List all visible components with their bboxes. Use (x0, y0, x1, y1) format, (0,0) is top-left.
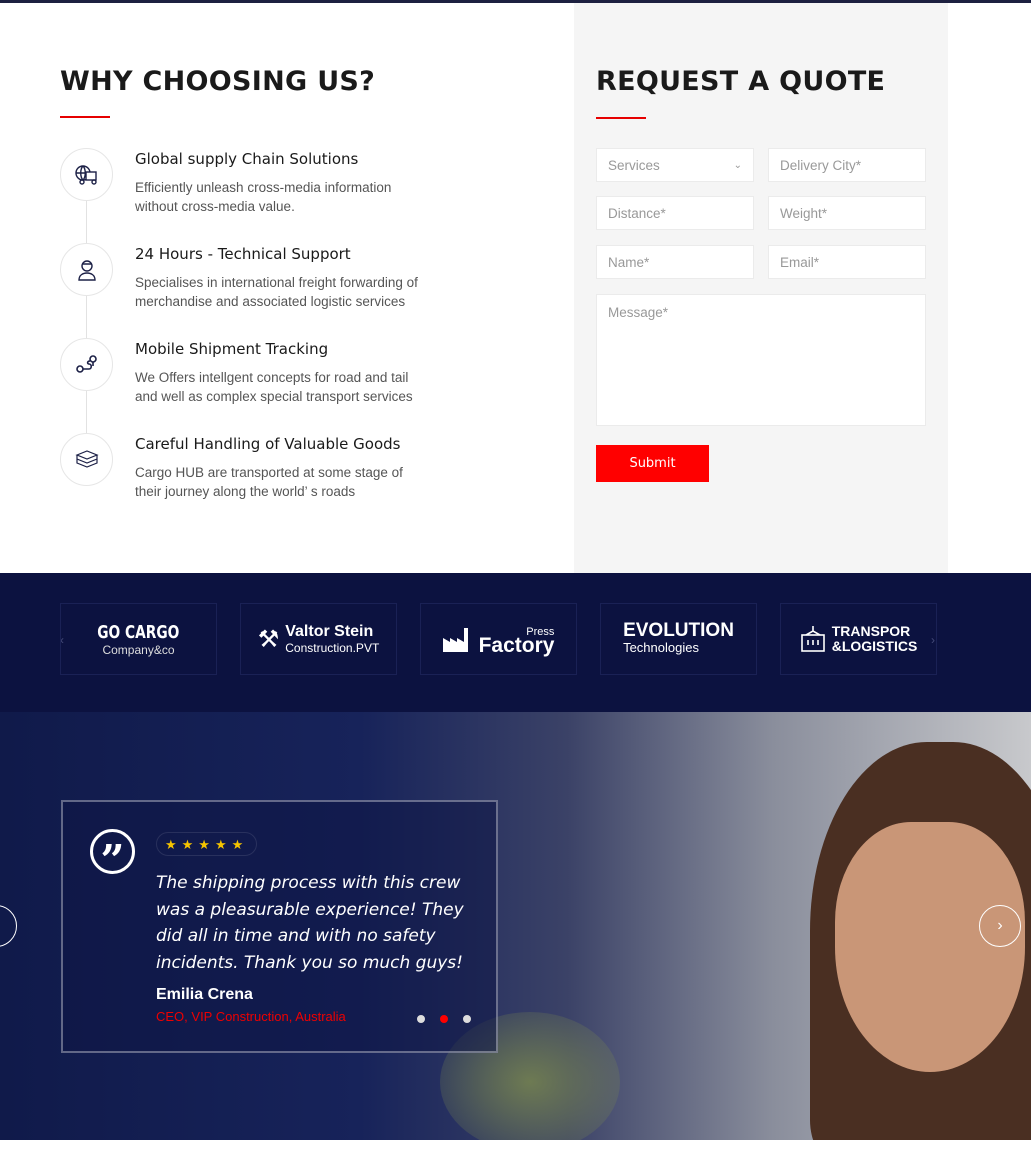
services-value: Services (608, 157, 660, 173)
why-title: WHY CHOOSING US? (60, 66, 376, 97)
feature-title: Careful Handling of Valuable Goods (135, 435, 401, 453)
logo-valtor-stein[interactable]: ⚒ Valtor Stein Construction.PVT (240, 603, 397, 675)
services-select[interactable]: Services ⌄ (596, 148, 754, 182)
feature-title: 24 Hours - Technical Support (135, 245, 351, 263)
testimonial-section: ” ★★★★★ The shipping process with this c… (0, 712, 1031, 1140)
chevron-right-icon[interactable]: › (931, 633, 935, 647)
globe-truck-icon (60, 148, 113, 201)
testimonial-card: ” ★★★★★ The shipping process with this c… (61, 800, 498, 1053)
logo-line2: Technologies (623, 640, 699, 655)
feature-desc: Cargo HUB are transported at some stage … (135, 465, 403, 499)
carousel-dots (417, 1015, 471, 1023)
logo-line1: TRANSPOR (831, 623, 911, 639)
logo-line2: Company&co (102, 642, 175, 657)
carousel-dot-active[interactable] (440, 1015, 448, 1023)
logo-line1: EVOLUTION (623, 620, 734, 641)
feature-title: Global supply Chain Solutions (135, 150, 359, 168)
distance-input[interactable]: Distance* (596, 196, 754, 230)
partner-logos: ‹ GO CARGO Company&co ⚒ Valtor Stein Const… (0, 573, 1031, 712)
logo-factory-press[interactable]: Press Factory (420, 603, 577, 675)
delivery-city-input[interactable]: Delivery City* (768, 148, 926, 182)
route-tracking-icon (60, 338, 113, 391)
warehouse-icon (800, 626, 825, 652)
logo-evolution[interactable]: EVOLUTION Technologies (600, 603, 757, 675)
testimonial-text: The shipping process with this crew was … (156, 873, 464, 973)
weight-input[interactable]: Weight* (768, 196, 926, 230)
package-box-icon (60, 433, 113, 486)
testimonial-author: Emilia Crena (156, 986, 253, 1003)
quote-title: REQUEST A QUOTE (596, 66, 886, 97)
name-input[interactable]: Name* (596, 245, 754, 279)
logo-line1: GO CARGO (97, 621, 180, 643)
feature-title: Mobile Shipment Tracking (135, 340, 329, 358)
logo-line2: Construction.PVT (285, 641, 380, 655)
rating-stars: ★★★★★ (156, 832, 258, 856)
logo-line1: Valtor Stein (285, 623, 374, 640)
chevron-down-icon: ⌄ (733, 159, 742, 171)
logo-line2: &LOGISTICS (831, 638, 918, 654)
tools-icon: ⚒ (257, 625, 280, 653)
testimonial-role: CEO, VIP Construction, Australia (156, 1009, 346, 1024)
logo-line1: Factory (478, 634, 555, 657)
message-textarea[interactable]: Message* (596, 294, 926, 426)
submit-button[interactable]: Submit (596, 445, 709, 482)
chevron-right-icon: › (997, 917, 1003, 934)
quote-form: REQUEST A QUOTE Services ⌄ Delivery City*… (574, 3, 948, 573)
logo-transport-logistics[interactable]: TRANSPOR &LOGISTICS (780, 603, 937, 675)
support-agent-icon (60, 243, 113, 296)
feature-desc: Specialises in international freight for… (135, 275, 418, 309)
factory-icon (442, 628, 468, 652)
title-underline (60, 116, 110, 118)
email-input[interactable]: Email* (768, 245, 926, 279)
carousel-dot[interactable] (417, 1015, 425, 1023)
title-underline (596, 117, 646, 119)
feature-desc: Efficiently unleash cross-media informat… (135, 180, 392, 214)
logo-go-cargo[interactable]: GO CARGO Company&co (60, 603, 217, 675)
quote-icon: ” (90, 829, 135, 885)
carousel-dot[interactable] (463, 1015, 471, 1023)
next-arrow-button[interactable]: › (979, 905, 1021, 947)
why-section: WHY CHOOSING US? (60, 66, 540, 118)
feature-desc: We Offers intellgent concepts for road a… (135, 370, 413, 404)
